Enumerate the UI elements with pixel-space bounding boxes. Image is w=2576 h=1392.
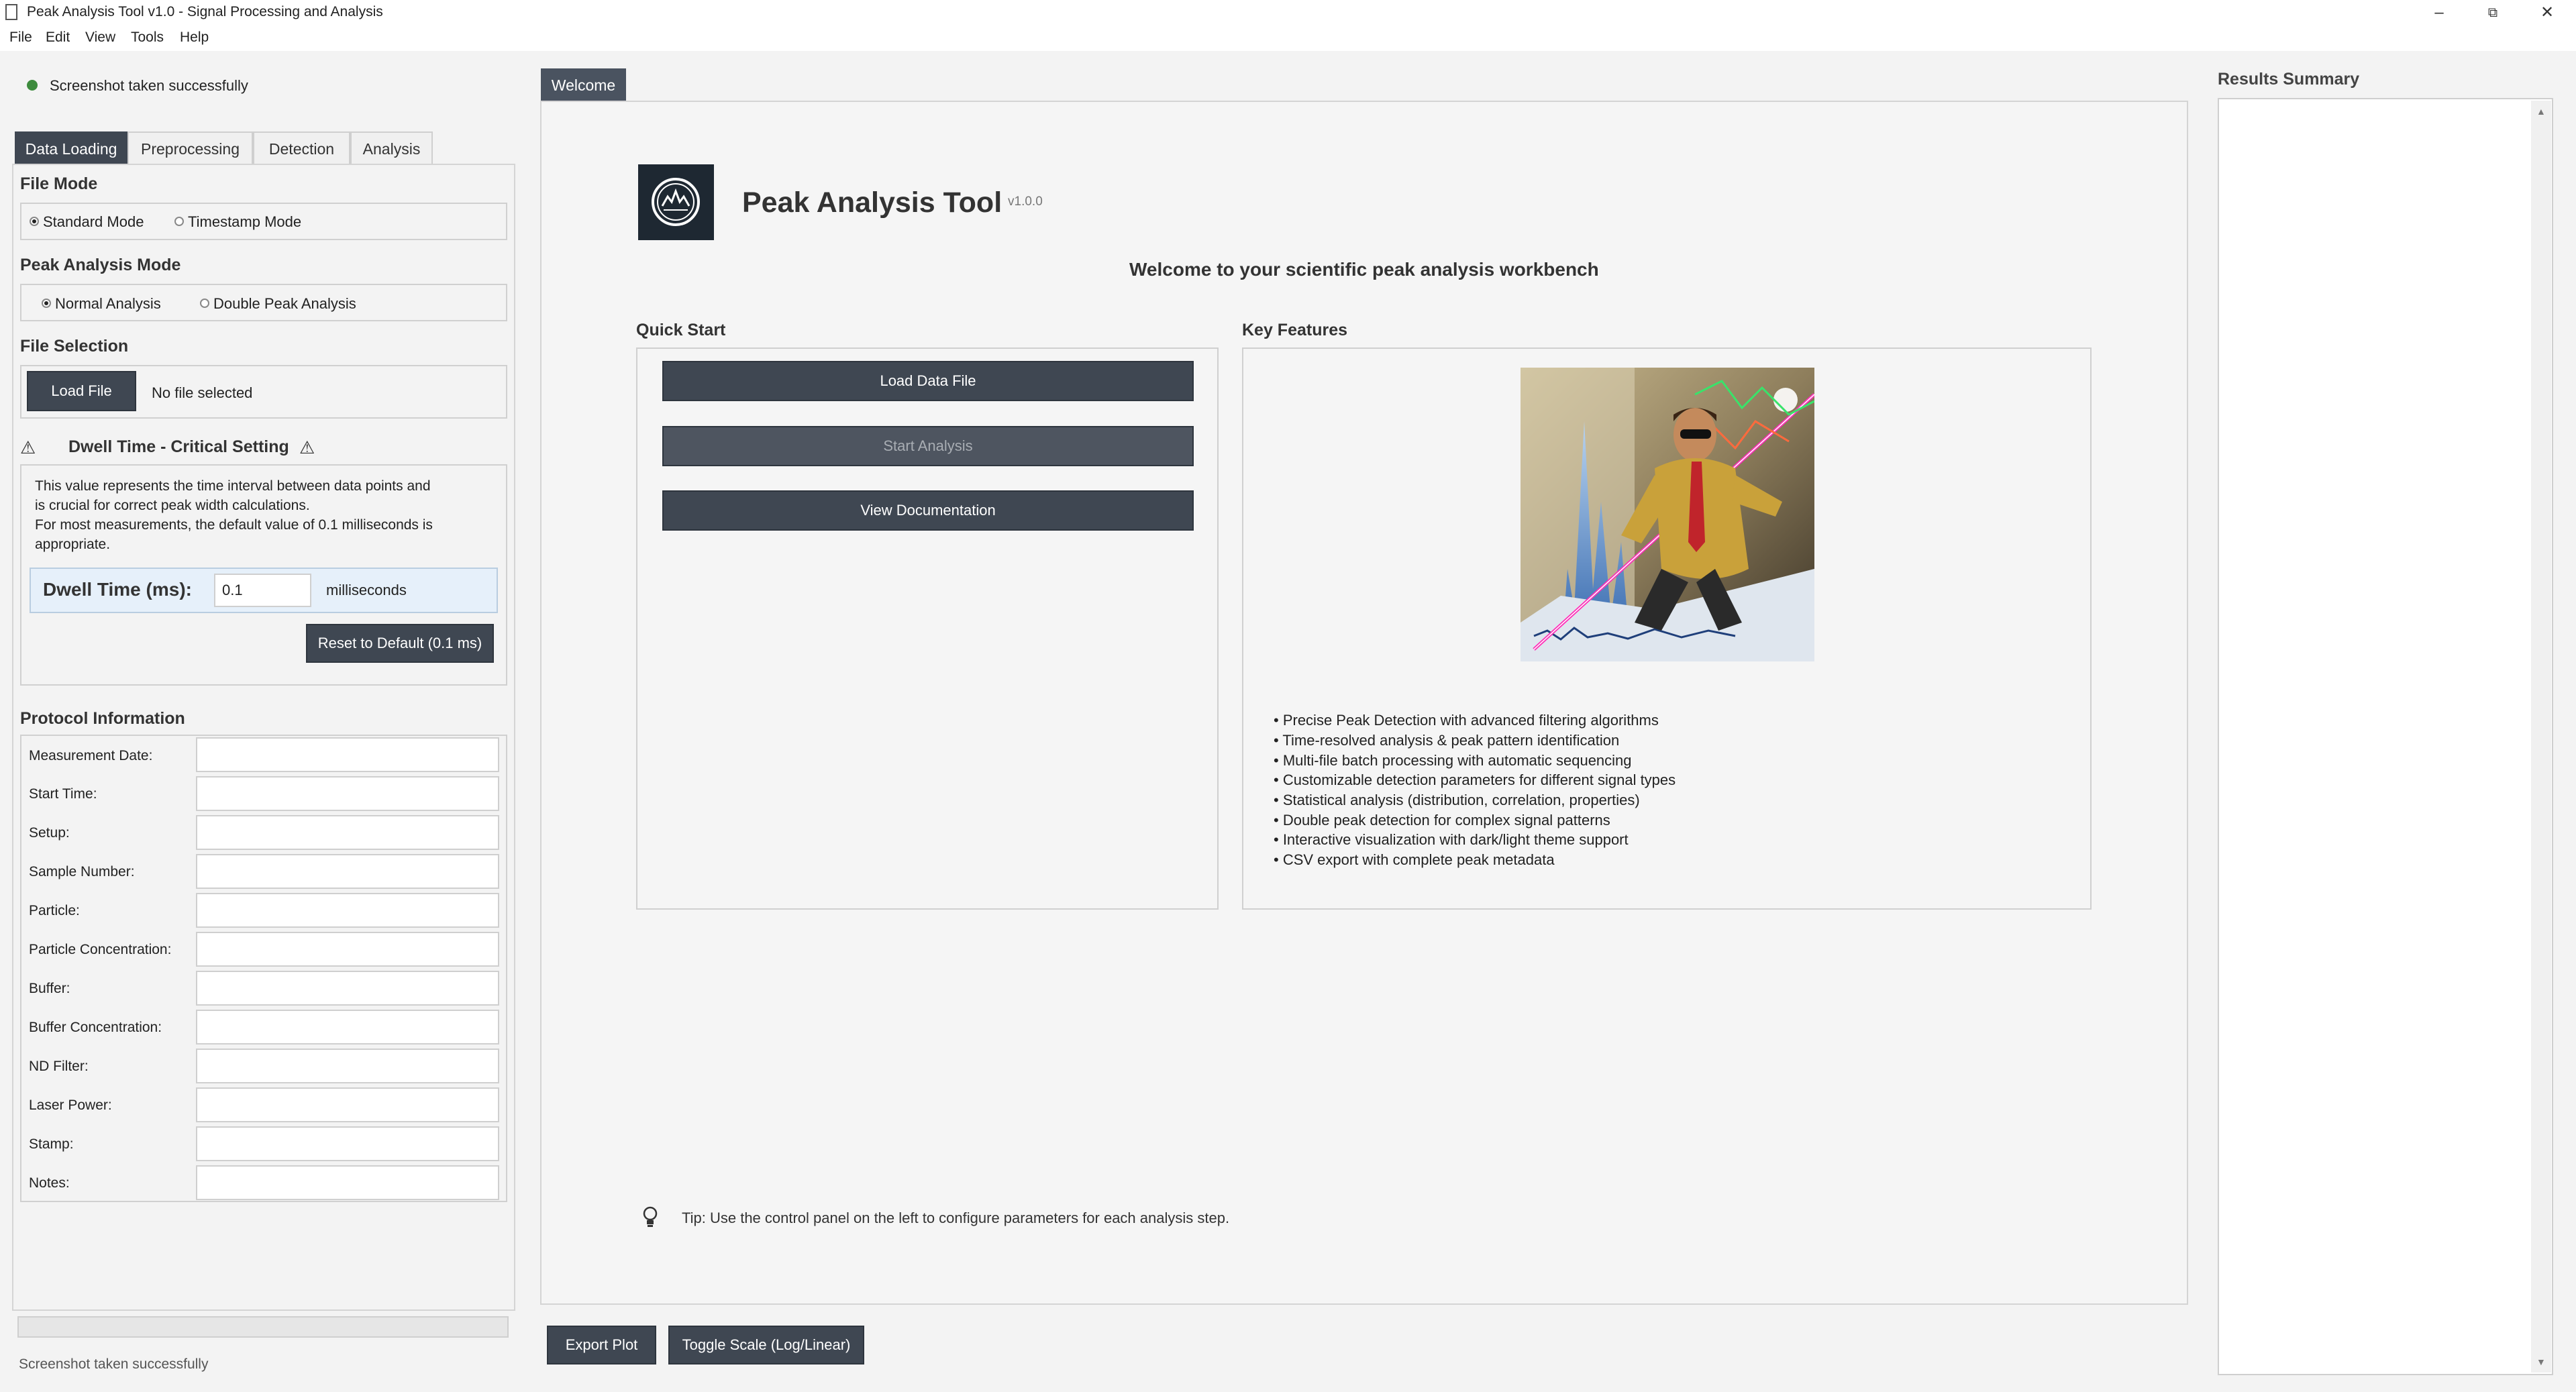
quick-start-title: Quick Start (636, 321, 726, 339)
menu-tools[interactable]: Tools (131, 30, 164, 46)
dwell-label: Dwell Time (ms): (43, 579, 192, 600)
app-document-icon (5, 4, 17, 20)
reset-dwell-button[interactable]: Reset to Default (0.1 ms) (306, 624, 494, 663)
start-analysis-button[interactable]: Start Analysis (662, 426, 1194, 466)
menu-bar: File Edit View Tools Help (0, 27, 2576, 51)
dwell-unit: milliseconds (326, 582, 407, 598)
protocol-label: Buffer: (29, 981, 70, 996)
feature-item: • Multi-file batch processing with autom… (1274, 752, 1632, 769)
results-scrollbar[interactable]: ▲ ▼ (2531, 101, 2551, 1373)
results-summary-box[interactable] (2218, 98, 2553, 1375)
protocol-title: Protocol Information (20, 709, 185, 728)
start-time-field[interactable] (196, 776, 499, 811)
view-documentation-button[interactable]: View Documentation (662, 490, 1194, 531)
export-plot-button[interactable]: Export Plot (547, 1326, 656, 1364)
radio-normal-analysis[interactable]: Normal Analysis (42, 295, 161, 313)
radio-timestamp-mode[interactable]: Timestamp Mode (174, 213, 301, 231)
menu-help[interactable]: Help (180, 30, 209, 46)
protocol-label: Buffer Concentration: (29, 1020, 162, 1035)
protocol-label: ND Filter: (29, 1059, 89, 1074)
app-name: Peak Analysis Tool (742, 186, 1002, 219)
particle-field[interactable] (196, 893, 499, 928)
dwell-description: This value represents the time interval … (35, 478, 433, 552)
status-dot-icon (27, 80, 38, 91)
buffer-concentration-field[interactable] (196, 1010, 499, 1045)
key-features-title: Key Features (1242, 321, 1348, 339)
setup-field[interactable] (196, 815, 499, 850)
welcome-heading: Welcome to your scientific peak analysis… (1129, 259, 1599, 280)
progress-bar (17, 1316, 509, 1338)
app-logo (638, 164, 714, 240)
menu-view[interactable]: View (85, 30, 115, 46)
radio-double-peak[interactable]: Double Peak Analysis (200, 295, 356, 313)
feature-item: • Double peak detection for complex sign… (1274, 812, 1610, 828)
feature-item: • CSV export with complete peak metadata (1274, 851, 1555, 868)
warning-icon: ⚠ (20, 437, 36, 458)
protocol-label: Stamp: (29, 1136, 74, 1152)
notes-field[interactable] (196, 1165, 499, 1200)
particle-concentration-field[interactable] (196, 932, 499, 967)
peak-mode-title: Peak Analysis Mode (20, 256, 181, 274)
results-summary-title: Results Summary (2218, 70, 2360, 89)
protocol-label: Sample Number: (29, 864, 135, 879)
toggle-scale-button[interactable]: Toggle Scale (Log/Linear) (668, 1326, 864, 1364)
tab-preprocessing[interactable]: Preprocessing (127, 131, 253, 165)
warning-icon: ⚠ (299, 437, 315, 458)
status-bar-text: Screenshot taken successfully (19, 1356, 209, 1372)
tab-analysis[interactable]: Analysis (350, 131, 433, 165)
tip-text: Tip: Use the control panel on the left t… (682, 1210, 1230, 1226)
load-data-file-button[interactable]: Load Data File (662, 361, 1194, 401)
title-bar: Peak Analysis Tool v1.0 - Signal Process… (0, 0, 2576, 27)
dwell-title: Dwell Time - Critical Setting (68, 437, 289, 456)
feature-item: • Statistical analysis (distribution, co… (1274, 792, 1640, 808)
feature-item: • Customizable detection parameters for … (1274, 771, 1676, 788)
stamp-field[interactable] (196, 1126, 499, 1161)
window-title: Peak Analysis Tool v1.0 - Signal Process… (27, 4, 383, 19)
load-file-button[interactable]: Load File (27, 371, 136, 411)
protocol-label: Measurement Date: (29, 748, 153, 763)
protocol-label: Particle Concentration: (29, 942, 172, 957)
protocol-label: Setup: (29, 825, 70, 841)
scientist-illustration-icon (1521, 368, 1814, 661)
feature-item: • Time-resolved analysis & peak pattern … (1274, 732, 1620, 749)
scroll-down-icon[interactable]: ▼ (2536, 1356, 2546, 1367)
tab-data-loading[interactable]: Data Loading (15, 131, 127, 165)
tab-detection[interactable]: Detection (253, 131, 350, 165)
minimize-icon[interactable]: – (2419, 0, 2459, 25)
peak-logo-icon (652, 178, 700, 226)
protocol-label: Start Time: (29, 786, 97, 802)
protocol-label: Laser Power: (29, 1097, 112, 1113)
status-indicator: Screenshot taken successfully (27, 77, 248, 95)
feature-item: • Precise Peak Detection with advanced f… (1274, 712, 1659, 729)
file-status: No file selected (152, 384, 253, 401)
protocol-label: Particle: (29, 903, 80, 918)
lightbulb-icon (641, 1206, 660, 1233)
laser-power-field[interactable] (196, 1087, 499, 1122)
buffer-field[interactable] (196, 971, 499, 1006)
protocol-label: Notes: (29, 1175, 70, 1191)
menu-edit[interactable]: Edit (46, 30, 70, 46)
feature-illustration (1521, 368, 1814, 661)
restore-icon[interactable]: ⧉ (2473, 0, 2513, 25)
menu-file[interactable]: File (9, 30, 32, 46)
scroll-up-icon[interactable]: ▲ (2536, 106, 2546, 117)
radio-standard-mode[interactable]: Standard Mode (30, 213, 144, 231)
file-selection-title: File Selection (20, 337, 129, 356)
app-version: v1.0.0 (1008, 195, 1043, 209)
measurement-date-field[interactable] (196, 737, 499, 772)
feature-item: • Interactive visualization with dark/li… (1274, 831, 1629, 848)
tab-welcome[interactable]: Welcome (541, 68, 626, 102)
dwell-time-input[interactable]: 0.1 (214, 574, 311, 607)
status-text: Screenshot taken successfully (50, 77, 248, 94)
sample-number-field[interactable] (196, 854, 499, 889)
nd-filter-field[interactable] (196, 1049, 499, 1083)
file-mode-title: File Mode (20, 174, 98, 193)
close-icon[interactable]: ✕ (2527, 0, 2567, 25)
